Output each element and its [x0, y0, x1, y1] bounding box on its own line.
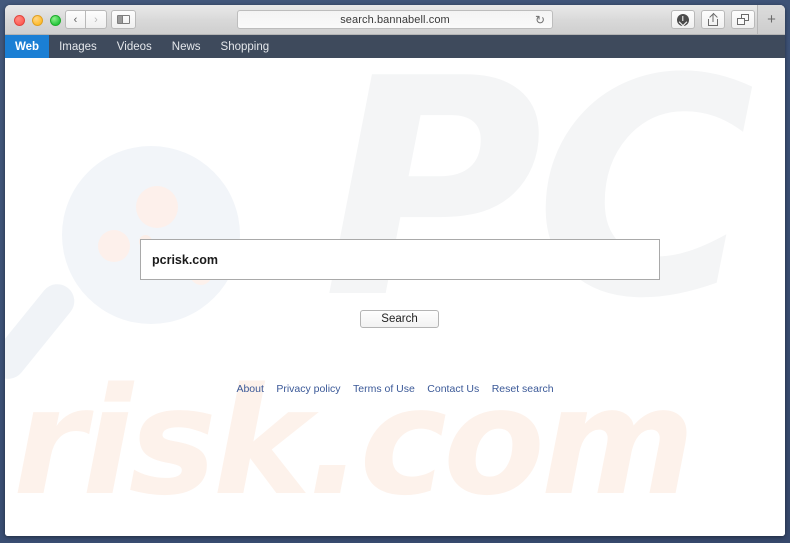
nav-item-videos[interactable]: Videos	[107, 35, 162, 58]
desktop-background: ‹ › search.bannabell.com ↻ + Web Images …	[0, 0, 790, 543]
sidebar-toggle-icon[interactable]	[111, 10, 136, 29]
magnifier-dot-icon	[98, 230, 130, 262]
footer-link-privacy[interactable]: Privacy policy	[276, 383, 340, 395]
downloads-button[interactable]	[671, 10, 695, 29]
site-navigation-bar: Web Images Videos News Shopping	[5, 35, 785, 58]
show-tabs-button[interactable]	[731, 10, 755, 29]
close-window-button[interactable]	[14, 15, 25, 26]
reload-icon[interactable]: ↻	[535, 14, 545, 26]
tabs-icon	[737, 14, 749, 25]
nav-item-shopping[interactable]: Shopping	[211, 35, 280, 58]
magnifier-dot-icon	[136, 186, 178, 228]
share-icon	[708, 13, 718, 26]
nav-item-web[interactable]: Web	[5, 35, 50, 58]
browser-window: ‹ › search.bannabell.com ↻ + Web Images …	[5, 5, 785, 536]
new-tab-button[interactable]: +	[757, 5, 785, 34]
footer-links: About Privacy policy Terms of Use Contac…	[5, 379, 785, 397]
toolbar-right-tools	[671, 10, 755, 29]
address-bar-url: search.bannabell.com	[340, 13, 450, 26]
nav-item-images[interactable]: Images	[49, 35, 107, 58]
share-button[interactable]	[701, 10, 725, 29]
forward-button[interactable]: ›	[86, 10, 107, 29]
minimize-window-button[interactable]	[32, 15, 43, 26]
search-input[interactable]	[140, 239, 660, 280]
footer-link-terms[interactable]: Terms of Use	[353, 383, 415, 395]
watermark-pc-text: PC	[323, 58, 755, 364]
nav-item-news[interactable]: News	[162, 35, 211, 58]
download-icon	[677, 13, 689, 26]
footer-link-about[interactable]: About	[236, 383, 263, 395]
search-page: PC risk.com Search About Privacy policy …	[5, 58, 785, 536]
browser-toolbar: ‹ › search.bannabell.com ↻ +	[5, 5, 785, 35]
navigation-buttons: ‹ ›	[65, 10, 107, 29]
footer-link-reset-search[interactable]: Reset search	[492, 383, 554, 395]
footer-link-contact[interactable]: Contact Us	[427, 383, 479, 395]
address-bar[interactable]: search.bannabell.com ↻	[237, 10, 553, 29]
zoom-window-button[interactable]	[50, 15, 61, 26]
sidebar-glyph	[117, 15, 130, 24]
back-button[interactable]: ‹	[65, 10, 86, 29]
magnifier-handle-icon	[5, 277, 82, 386]
magnifier-lens-icon	[62, 146, 240, 324]
search-button[interactable]: Search	[360, 310, 439, 328]
window-controls	[14, 15, 61, 26]
